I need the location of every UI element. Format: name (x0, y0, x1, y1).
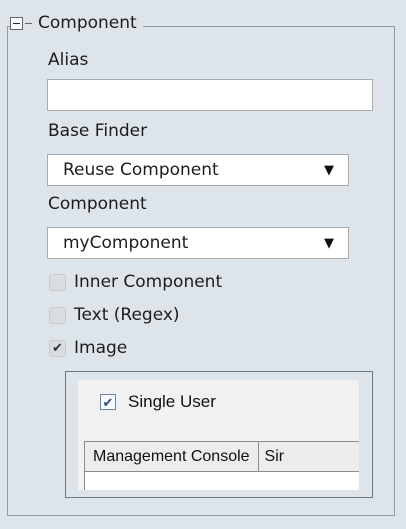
preview-tab-body (84, 471, 359, 490)
single-user-checkbox: ✔ (100, 394, 116, 410)
preview-screenshot: ✔ Single User Management Console Sir (78, 380, 359, 490)
dropdown-arrow-icon: ▼ (324, 162, 334, 178)
image-checkbox[interactable]: ✔ (49, 339, 66, 357)
base-finder-value: Reuse Component (63, 160, 219, 180)
tab-management-console: Management Console (85, 442, 259, 472)
component-value: myComponent (63, 233, 189, 253)
base-finder-select[interactable]: Reuse Component ▼ (47, 154, 349, 186)
alias-label: Alias (48, 50, 89, 70)
collapse-icon[interactable] (10, 16, 23, 30)
section-header: Component (10, 10, 143, 36)
single-user-label: Single User (128, 392, 216, 411)
text-regex-label: Text (Regex) (74, 305, 180, 325)
section-title: Component (38, 13, 137, 33)
component-panel: Component Alias Base Finder Reuse Compon… (0, 0, 406, 529)
inner-component-label: Inner Component (74, 272, 223, 292)
image-label: Image (74, 338, 128, 358)
tab-truncated: Sir (264, 448, 285, 465)
inner-component-option[interactable]: Inner Component (49, 272, 222, 292)
base-finder-label: Base Finder (48, 121, 148, 141)
single-user-option: ✔ Single User (100, 392, 216, 412)
component-select[interactable]: myComponent ▼ (47, 227, 349, 259)
inner-component-checkbox[interactable] (49, 273, 66, 291)
alias-input[interactable] (47, 79, 373, 111)
image-option[interactable]: ✔ Image (49, 338, 127, 358)
text-regex-option[interactable]: Text (Regex) (49, 305, 180, 325)
preview-tab-header: Management Console Sir (84, 441, 359, 472)
tree-connector (25, 22, 32, 24)
text-regex-checkbox[interactable] (49, 306, 66, 324)
component-label: Component (48, 194, 147, 214)
dropdown-arrow-icon: ▼ (324, 235, 334, 251)
image-preview: ✔ Single User Management Console Sir (65, 371, 373, 498)
